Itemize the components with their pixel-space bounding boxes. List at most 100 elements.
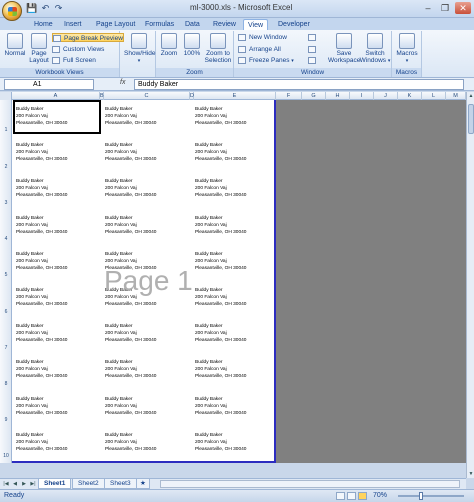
- undo-icon[interactable]: ↶: [40, 3, 51, 14]
- column-header[interactable]: I: [350, 92, 374, 100]
- hide-button[interactable]: [308, 45, 316, 54]
- page-break-preview-button[interactable]: Page Break Preview: [52, 33, 124, 42]
- address-label[interactable]: Buddy Baker 200 Falcon Vaj Pleasantville, …: [195, 142, 246, 163]
- tab-view[interactable]: View: [243, 19, 269, 30]
- normal-view-button[interactable]: Normal: [3, 33, 27, 57]
- show-hide-button[interactable]: Show/Hide ▾: [124, 33, 155, 65]
- freeze-panes-button[interactable]: Freeze Panes ▾: [238, 56, 294, 65]
- column-header[interactable]: M: [446, 92, 466, 100]
- address-label[interactable]: Buddy Baker 200 Falcon Vaj Pleasantville, …: [16, 287, 67, 308]
- address-label[interactable]: Buddy Baker 200 Falcon Vaj Pleasantville, …: [195, 251, 246, 272]
- address-label[interactable]: Buddy Baker 200 Falcon Vaj Pleasantville, …: [105, 142, 156, 163]
- zoom-percentage[interactable]: 70%: [373, 492, 387, 499]
- address-label[interactable]: Buddy Baker 200 Falcon Vaj Pleasantville, …: [195, 323, 246, 344]
- close-button[interactable]: ✕: [455, 2, 471, 14]
- tab-review[interactable]: Review: [209, 19, 240, 30]
- page-break-status-icon[interactable]: [358, 492, 367, 500]
- full-screen-button[interactable]: Full Screen: [52, 56, 96, 65]
- address-label[interactable]: Buddy Baker 200 Falcon Vaj Pleasantville, …: [16, 432, 67, 453]
- zoom-slider[interactable]: [398, 492, 464, 500]
- column-header[interactable]: K: [398, 92, 422, 100]
- address-label[interactable]: Buddy Baker 200 Falcon Vaj Pleasantville, …: [195, 106, 246, 127]
- address-label[interactable]: Buddy Baker 200 Falcon Vaj Pleasantville, …: [105, 215, 156, 236]
- vertical-scrollbar[interactable]: ▲ ▼: [466, 92, 474, 478]
- address-label[interactable]: Buddy Baker 200 Falcon Vaj Pleasantville, …: [195, 359, 246, 380]
- selected-cell[interactable]: [13, 100, 101, 134]
- tab-page-layout[interactable]: Page Layout: [92, 19, 139, 30]
- address-label[interactable]: Buddy Baker 200 Falcon Vaj Pleasantville, …: [195, 432, 246, 453]
- formula-input[interactable]: Buddy Baker: [134, 79, 464, 90]
- row-header[interactable]: 4: [0, 236, 12, 242]
- page-layout-status-icon[interactable]: [347, 492, 356, 500]
- address-label[interactable]: Buddy Baker 200 Falcon Vaj Pleasantville, …: [16, 323, 67, 344]
- switch-windows-button[interactable]: Switch Windows ▾: [358, 33, 392, 65]
- select-all-corner[interactable]: [0, 92, 12, 100]
- horizontal-scrollbar[interactable]: [160, 480, 460, 488]
- address-label[interactable]: Buddy Baker 200 Falcon Vaj Pleasantville, …: [16, 396, 67, 417]
- row-header[interactable]: 3: [0, 200, 12, 206]
- address-label[interactable]: Buddy Baker 200 Falcon Vaj Pleasantville, …: [16, 142, 67, 163]
- column-header[interactable]: F: [276, 92, 302, 100]
- normal-view-status-icon[interactable]: [336, 492, 345, 500]
- column-header[interactable]: L: [422, 92, 446, 100]
- zoom-button[interactable]: Zoom: [157, 33, 181, 57]
- sheet-tab-sheet1[interactable]: Sheet1: [38, 479, 72, 489]
- sheet-tab-sheet3[interactable]: Sheet3: [104, 479, 137, 489]
- minimize-button[interactable]: –: [420, 2, 436, 14]
- scroll-up-icon[interactable]: ▲: [467, 92, 474, 100]
- tab-developer[interactable]: Developer: [274, 19, 314, 30]
- unhide-button[interactable]: [308, 56, 316, 65]
- office-button[interactable]: [2, 1, 22, 21]
- address-label[interactable]: Buddy Baker 200 Falcon Vaj Pleasantville, …: [105, 432, 156, 453]
- sheet-tab-sheet2[interactable]: Sheet2: [72, 479, 105, 489]
- tab-formulas[interactable]: Formulas: [141, 19, 178, 30]
- address-label[interactable]: Buddy Baker 200 Falcon Vaj Pleasantville, …: [16, 251, 67, 272]
- worksheet-grid[interactable]: Buddy Baker 200 Falcon Vaj Pleasantville, …: [12, 100, 466, 463]
- tab-home[interactable]: Home: [30, 19, 57, 30]
- vertical-scroll-thumb[interactable]: [468, 104, 474, 134]
- arrange-all-button[interactable]: Arrange All: [238, 45, 281, 54]
- next-sheet-icon[interactable]: ▶: [20, 480, 28, 489]
- row-header[interactable]: 10: [0, 453, 12, 459]
- zoom-100-button[interactable]: 100%: [180, 33, 204, 57]
- first-sheet-icon[interactable]: |◀: [2, 480, 10, 489]
- insert-function-icon[interactable]: fx: [120, 79, 125, 86]
- zoom-slider-knob[interactable]: [418, 492, 423, 500]
- tab-insert[interactable]: Insert: [60, 19, 86, 30]
- split-button[interactable]: [308, 33, 316, 42]
- address-label[interactable]: Buddy Baker 200 Falcon Vaj Pleasantville, …: [16, 359, 67, 380]
- row-header[interactable]: 8: [0, 381, 12, 387]
- address-label[interactable]: Buddy Baker 200 Falcon Vaj Pleasantville, …: [195, 178, 246, 199]
- row-header[interactable]: 6: [0, 309, 12, 315]
- row-header[interactable]: 7: [0, 345, 12, 351]
- zoom-to-selection-button[interactable]: Zoom to Selection: [203, 33, 233, 64]
- column-header[interactable]: C: [104, 92, 190, 100]
- address-label[interactable]: Buddy Baker 200 Falcon Vaj Pleasantville, …: [16, 178, 67, 199]
- column-header[interactable]: A: [12, 92, 100, 100]
- column-header[interactable]: J: [374, 92, 398, 100]
- row-header[interactable]: 1: [0, 127, 12, 133]
- address-label[interactable]: Buddy Baker 200 Falcon Vaj Pleasantville, …: [105, 396, 156, 417]
- address-label[interactable]: Buddy Baker 200 Falcon Vaj Pleasantville, …: [105, 359, 156, 380]
- scroll-down-icon[interactable]: ▼: [467, 470, 474, 478]
- address-label[interactable]: Buddy Baker 200 Falcon Vaj Pleasantville, …: [105, 106, 156, 127]
- column-header[interactable]: G: [302, 92, 326, 100]
- save-icon[interactable]: 💾: [26, 3, 37, 14]
- address-label[interactable]: Buddy Baker 200 Falcon Vaj Pleasantville, …: [195, 396, 246, 417]
- restore-button[interactable]: ❐: [437, 2, 453, 14]
- address-label[interactable]: Buddy Baker 200 Falcon Vaj Pleasantville, …: [105, 323, 156, 344]
- row-header[interactable]: 5: [0, 272, 12, 278]
- column-header[interactable]: E: [194, 92, 276, 100]
- prev-sheet-icon[interactable]: ◀: [11, 480, 19, 489]
- redo-icon[interactable]: ↷: [53, 3, 64, 14]
- macros-button[interactable]: Macros ▾: [395, 33, 419, 65]
- name-box[interactable]: A1: [4, 79, 94, 90]
- custom-views-button[interactable]: Custom Views: [52, 45, 104, 54]
- address-label[interactable]: Buddy Baker 200 Falcon Vaj Pleasantville, …: [105, 178, 156, 199]
- address-label[interactable]: Buddy Baker 200 Falcon Vaj Pleasantville, …: [195, 287, 246, 308]
- print-area[interactable]: Buddy Baker 200 Falcon Vaj Pleasantville, …: [12, 100, 276, 463]
- column-header[interactable]: H: [326, 92, 350, 100]
- page-layout-view-button[interactable]: Page Layout: [27, 33, 51, 64]
- insert-sheet-icon[interactable]: ★: [136, 479, 150, 489]
- tab-data[interactable]: Data: [181, 19, 204, 30]
